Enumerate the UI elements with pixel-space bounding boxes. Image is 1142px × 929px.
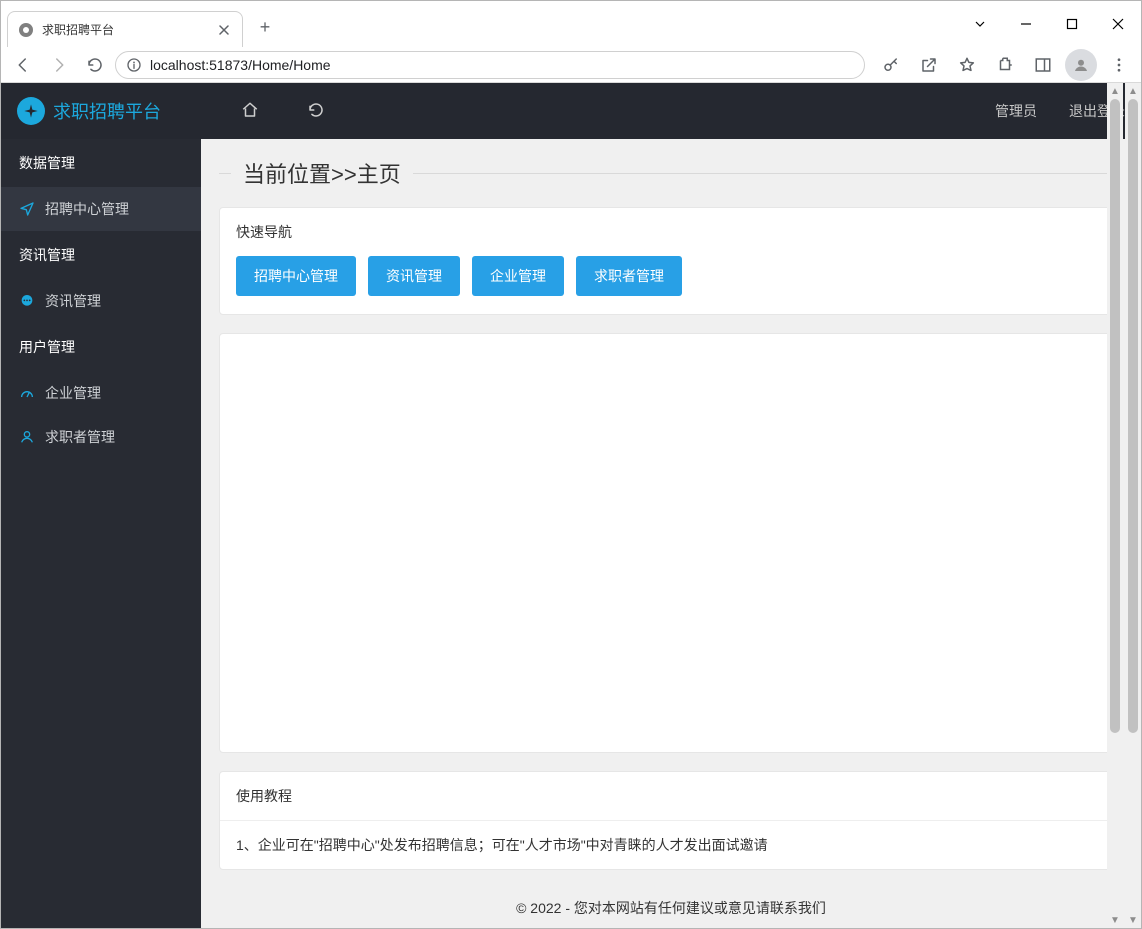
browser-toolbar: localhost:51873/Home/Home (1, 47, 1141, 83)
sidebar-item-news[interactable]: 资讯管理 (1, 279, 201, 323)
chevron-down-icon[interactable] (957, 1, 1003, 47)
new-tab-button[interactable]: + (251, 13, 279, 41)
quicknav-buttons: 招聘中心管理 资讯管理 企业管理 求职者管理 (236, 256, 1106, 296)
gauge-icon (19, 385, 35, 401)
toolbar-right (875, 49, 1135, 81)
sidebar-item-jobseeker[interactable]: 求职者管理 (1, 415, 201, 459)
sidebar-section-news: 资讯管理 (1, 231, 201, 279)
browser-tab-strip: 求职招聘平台 + (1, 1, 279, 47)
key-icon[interactable] (875, 49, 907, 81)
close-window-button[interactable] (1095, 1, 1141, 47)
extensions-icon[interactable] (989, 49, 1021, 81)
sidebar-item-label: 招聘中心管理 (45, 199, 129, 219)
quicknav-enterprise-button[interactable]: 企业管理 (472, 256, 564, 296)
sidebar-item-recruit-center[interactable]: 招聘中心管理 (1, 187, 201, 231)
sidebar-section-data: 数据管理 (1, 139, 201, 187)
minimize-button[interactable] (1003, 1, 1049, 47)
quicknav-jobseeker-button[interactable]: 求职者管理 (576, 256, 682, 296)
logout-link[interactable]: 退出登录 (1069, 101, 1125, 121)
window-controls (957, 1, 1141, 47)
sidebar-item-enterprise[interactable]: 企业管理 (1, 371, 201, 415)
browser-window: 求职招聘平台 + localhost:51873/Home/Home (0, 0, 1142, 929)
close-tab-icon[interactable] (216, 22, 232, 38)
page-footer: © 2022 - 您对本网站有任何建议或意见请联系我们 (201, 888, 1141, 928)
brand-text: 求职招聘平台 (53, 98, 161, 124)
star-icon[interactable] (951, 49, 983, 81)
sidebar: 数据管理 招聘中心管理 资讯管理 资讯管理 用户管理 企业管理 (1, 139, 201, 928)
sidebar-item-label: 求职者管理 (45, 427, 115, 447)
breadcrumb-wrap: 当前位置>>主页 (219, 157, 1123, 189)
chat-bubble-icon (19, 293, 35, 309)
page-favicon-icon (18, 22, 34, 38)
url-text: localhost:51873/Home/Home (150, 57, 331, 73)
profile-avatar-icon[interactable] (1065, 49, 1097, 81)
side-panel-icon[interactable] (1027, 49, 1059, 81)
share-icon[interactable] (913, 49, 945, 81)
topbar-right: 管理员 退出登录 (995, 101, 1125, 121)
sidebar-item-label: 资讯管理 (45, 291, 101, 311)
user-icon (19, 429, 35, 445)
address-bar[interactable]: localhost:51873/Home/Home (115, 51, 865, 79)
quicknav-recruit-button[interactable]: 招聘中心管理 (236, 256, 356, 296)
current-user-link[interactable]: 管理员 (995, 101, 1037, 121)
app-body: 数据管理 招聘中心管理 资讯管理 资讯管理 用户管理 企业管理 (1, 139, 1141, 928)
content-inner: 当前位置>>主页 快速导航 招聘中心管理 资讯管理 企业管理 求职者管理 (201, 139, 1141, 888)
sidebar-item-label: 企业管理 (45, 383, 101, 403)
tab-title: 求职招聘平台 (42, 21, 208, 38)
home-icon[interactable] (241, 101, 259, 122)
sidebar-section-users: 用户管理 (1, 323, 201, 371)
content-area: 当前位置>>主页 快速导航 招聘中心管理 资讯管理 企业管理 求职者管理 (201, 139, 1141, 928)
compass-icon (17, 97, 45, 125)
empty-panel (219, 333, 1123, 753)
app-root: 求职招聘平台 管理员 退出登录 数据管理 招聘中心管理 (1, 83, 1141, 928)
page-viewport: 求职招聘平台 管理员 退出登录 数据管理 招聘中心管理 (1, 83, 1141, 928)
refresh-icon[interactable] (307, 101, 325, 122)
forward-button[interactable] (43, 49, 75, 81)
maximize-button[interactable] (1049, 1, 1095, 47)
quicknav-news-button[interactable]: 资讯管理 (368, 256, 460, 296)
back-button[interactable] (7, 49, 39, 81)
quicknav-card: 快速导航 招聘中心管理 资讯管理 企业管理 求职者管理 (219, 207, 1123, 315)
info-icon (126, 57, 142, 73)
breadcrumb: 当前位置>>主页 (231, 157, 413, 189)
browser-titlebar: 求职招聘平台 + (1, 1, 1141, 47)
app-topbar: 求职招聘平台 管理员 退出登录 (1, 83, 1141, 139)
paper-plane-icon (19, 201, 35, 217)
tutorial-line-1: 1、企业可在"招聘中心"处发布招聘信息；可在"人才市场"中对青睐的人才发出面试邀… (220, 820, 1122, 869)
reload-button[interactable] (79, 49, 111, 81)
browser-tab[interactable]: 求职招聘平台 (7, 11, 243, 47)
brand[interactable]: 求职招聘平台 (1, 97, 201, 125)
tutorial-title: 使用教程 (220, 772, 1122, 820)
quicknav-title: 快速导航 (220, 208, 1122, 256)
tutorial-card: 使用教程 1、企业可在"招聘中心"处发布招聘信息；可在"人才市场"中对青睐的人才… (219, 771, 1123, 870)
kebab-menu-icon[interactable] (1103, 49, 1135, 81)
topbar-icons (241, 101, 325, 122)
